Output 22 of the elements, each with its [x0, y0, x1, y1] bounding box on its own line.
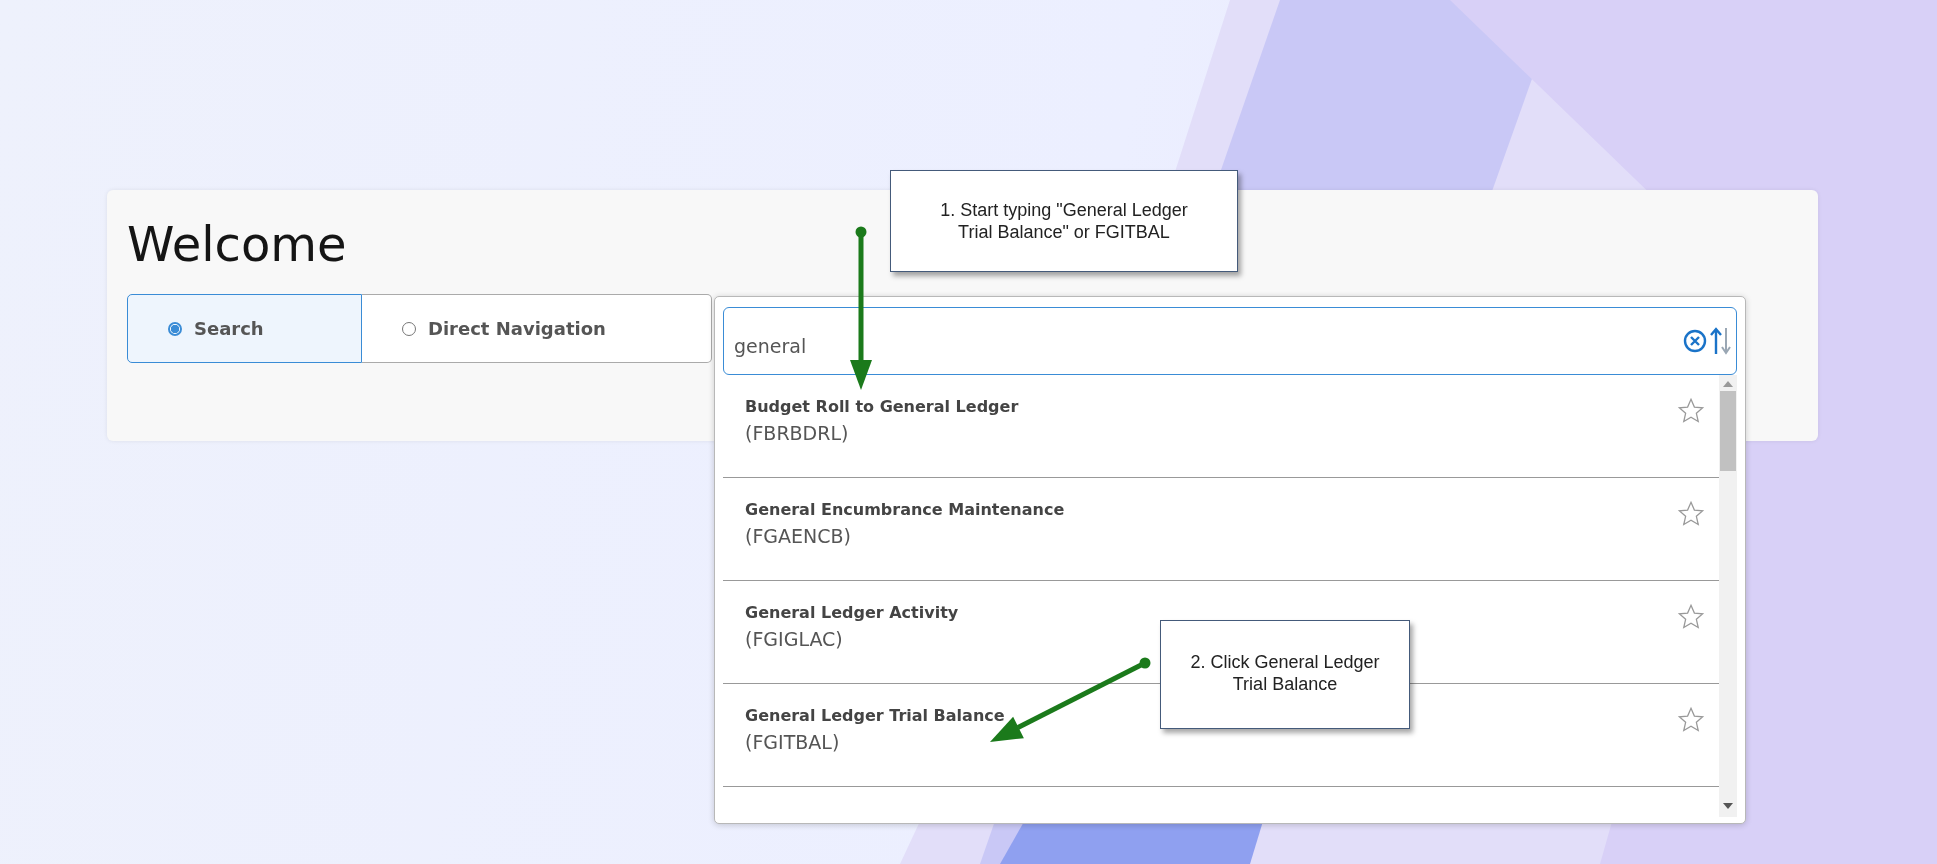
sort-icon[interactable]	[1710, 326, 1732, 356]
mode-option[interactable]: Search	[127, 294, 362, 363]
star-icon[interactable]	[1677, 706, 1705, 734]
result-code: (FGIGLAC)	[745, 628, 844, 650]
search-field[interactable]: general	[723, 307, 1737, 375]
clear-icon[interactable]	[1683, 329, 1707, 353]
callout-note: 1. Start typing "General Ledger Trial Balance" or FGITBAL	[890, 170, 1238, 272]
star-icon[interactable]	[1677, 397, 1705, 425]
callout-note: 2. Click General Ledger Trial Balance	[1160, 620, 1410, 729]
mode-option[interactable]: Direct Navigation	[362, 294, 712, 363]
result-title: General Ledger Activity	[745, 603, 959, 622]
result-title: Budget Roll to General Ledger	[745, 397, 1019, 416]
star-icon[interactable]	[1677, 603, 1705, 631]
scrollbar[interactable]	[1719, 375, 1737, 817]
star-icon[interactable]	[1677, 500, 1705, 528]
page-title: Welcome	[127, 216, 347, 272]
result-code: (FGAENCB)	[745, 525, 852, 547]
result-item[interactable]: General Encumbrance Maintenance (FGAENCB)	[723, 478, 1719, 581]
result-code: (FGITBAL)	[745, 731, 841, 753]
result-code: (FBRBDRL)	[745, 422, 850, 444]
result-title: General Ledger Trial Balance	[745, 706, 1005, 725]
result-title: General Encumbrance Maintenance	[745, 500, 1065, 519]
